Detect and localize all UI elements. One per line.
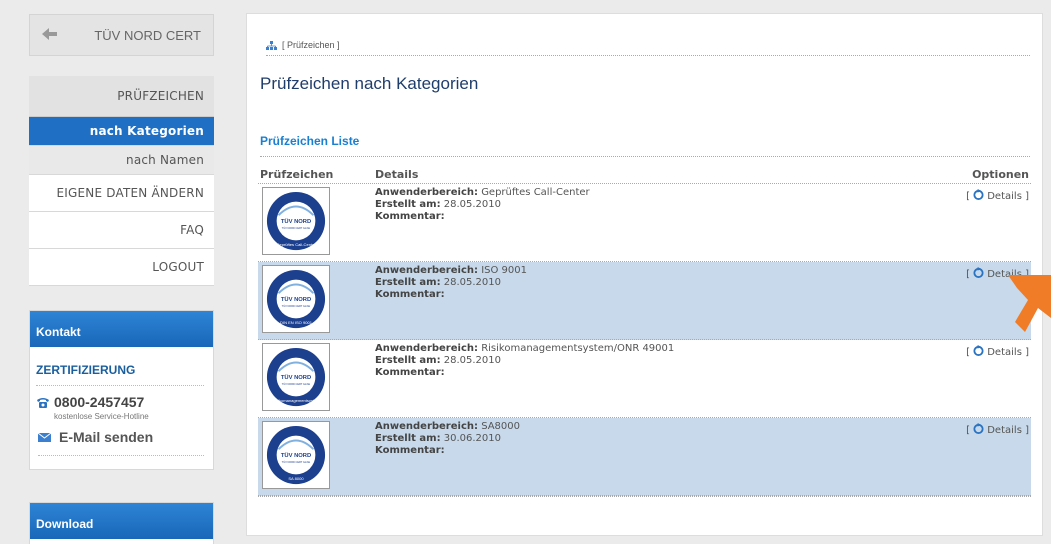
details-link-label[interactable]: Details	[987, 347, 1022, 358]
table-row: TÜV NORD TÜV NORD CERT GmbH SA 8000 Anwe…	[258, 418, 1031, 496]
breadcrumb-text[interactable]: [ Prüfzeichen ]	[282, 40, 340, 50]
svg-text:TÜV NORD: TÜV NORD	[281, 296, 311, 303]
anwenderbereich-value: ISO 9001	[481, 265, 527, 276]
table-row: TÜV NORD TÜV NORD CERT GmbH Geprüftes Ca…	[258, 184, 1031, 262]
seal-image: TÜV NORD TÜV NORD CERT GmbH Geprüftes Ca…	[262, 187, 330, 255]
hotline-label: kostenlose Service-Hotline	[54, 412, 149, 421]
cursor-arrow-icon	[1008, 275, 1051, 332]
svg-text:TÜV NORD CERT GmbH: TÜV NORD CERT GmbH	[282, 227, 311, 230]
phone-row: 0800-2457457	[36, 394, 213, 410]
erstellt-line: Erstellt am: 28.05.2010	[375, 199, 502, 210]
menu-item-logout[interactable]: LOGOUT	[29, 249, 214, 286]
phone-icon	[37, 397, 49, 408]
seal-cell: TÜV NORD TÜV NORD CERT GmbH Risikomanage…	[258, 340, 375, 417]
svg-text:TÜV NORD: TÜV NORD	[281, 452, 311, 459]
svg-text:SA 8000: SA 8000	[288, 476, 304, 481]
anwenderbereich-value: Geprüftes Call-Center	[481, 187, 590, 198]
kommentar-line: Kommentar:	[375, 445, 445, 456]
erstellt-line: Erstellt am: 28.05.2010	[375, 277, 502, 288]
seal-image: TÜV NORD TÜV NORD CERT GmbH Risikomanage…	[262, 343, 330, 411]
details-link[interactable]: Details	[973, 345, 1022, 358]
svg-text:TÜV NORD: TÜV NORD	[281, 374, 311, 381]
pruefzeichen-table: Prüfzeichen Details Optionen TÜV NORD TÜ…	[258, 167, 1031, 500]
column-header-details: Details	[375, 168, 419, 181]
kommentar-line: Kommentar:	[375, 367, 445, 378]
table-header: Prüfzeichen Details Optionen	[258, 167, 1031, 184]
anwenderbereich-line: Anwenderbereich: ISO 9001	[375, 265, 527, 276]
seal-cell: TÜV NORD TÜV NORD CERT GmbH DIN EN ISO 9…	[258, 262, 375, 339]
details-cell: Anwenderbereich: SA8000 Erstellt am: 30.…	[375, 418, 941, 495]
erstellt-value: 30.06.2010	[443, 433, 502, 444]
seal-image: TÜV NORD TÜV NORD CERT GmbH DIN EN ISO 9…	[262, 265, 330, 333]
details-link-label[interactable]: Details	[987, 191, 1022, 202]
anwenderbereich-line: Anwenderbereich: Risikomanagementsystem/…	[375, 343, 675, 354]
anwenderbereich-line: Anwenderbereich: Geprüftes Call-Center	[375, 187, 590, 198]
kommentar-line: Kommentar:	[375, 289, 445, 300]
back-button[interactable]: TÜV NORD CERT	[29, 14, 214, 56]
table-row: TÜV NORD TÜV NORD CERT GmbH Risikomanage…	[258, 340, 1031, 418]
zertifizierung-heading: ZERTIFIZIERUNG	[36, 363, 204, 386]
details-cell: Anwenderbereich: Geprüftes Call-Center E…	[375, 184, 941, 261]
svg-text:Risikomanagementsystem: Risikomanagementsystem	[272, 398, 320, 403]
column-header-optionen: Optionen	[972, 168, 1029, 181]
column-header-pruefzeichen: Prüfzeichen	[260, 168, 334, 181]
kommentar-line: Kommentar:	[375, 211, 445, 222]
svg-text:TÜV NORD CERT GmbH: TÜV NORD CERT GmbH	[282, 461, 311, 464]
svg-text:TÜV NORD CERT GmbH: TÜV NORD CERT GmbH	[282, 305, 311, 308]
list-title: Prüfzeichen Liste	[260, 134, 1030, 157]
menu-header-pruefzeichen[interactable]: PRÜFZEICHEN	[29, 76, 214, 117]
erstellt-line: Erstellt am: 30.06.2010	[375, 433, 502, 444]
menu-item-eigene-daten[interactable]: EIGENE DATEN ÄNDERN	[29, 175, 214, 212]
page-title: Prüfzeichen nach Kategorien	[260, 74, 479, 93]
menu-item-nach-namen[interactable]: nach Namen	[29, 146, 214, 175]
erstellt-value: 28.05.2010	[443, 199, 502, 210]
main-content: [ Prüfzeichen ] Prüfzeichen nach Kategor…	[246, 13, 1043, 536]
seal-image: TÜV NORD TÜV NORD CERT GmbH SA 8000	[262, 421, 330, 489]
options-cell: [ Details ]	[966, 345, 1029, 358]
kontakt-box: Kontakt ZERTIFIZIERUNG 0800-2457457 kost…	[29, 310, 214, 470]
kontakt-title: Kontakt	[30, 311, 213, 347]
refresh-icon	[973, 345, 984, 356]
menu-item-nach-kategorien[interactable]: nach Kategorien	[29, 117, 214, 146]
seal-cell: TÜV NORD TÜV NORD CERT GmbH SA 8000	[258, 418, 375, 495]
details-link-label[interactable]: Details	[987, 425, 1022, 436]
anwenderbereich-value: Risikomanagementsystem/ONR 49001	[481, 343, 675, 354]
sidebar-menu: PRÜFZEICHEN nach Kategorien nach Namen E…	[29, 76, 214, 286]
seal-cell: TÜV NORD TÜV NORD CERT GmbH Geprüftes Ca…	[258, 184, 375, 261]
anwenderbereich-line: Anwenderbereich: SA8000	[375, 421, 521, 432]
sitemap-icon	[266, 40, 277, 50]
breadcrumb: [ Prüfzeichen ]	[266, 40, 1030, 56]
erstellt-line: Erstellt am: 28.05.2010	[375, 355, 502, 366]
svg-text:Geprüftes Call-Center: Geprüftes Call-Center	[276, 242, 316, 247]
refresh-icon	[973, 267, 984, 278]
details-link[interactable]: Details	[973, 189, 1022, 202]
options-cell: [ Details ]	[966, 189, 1029, 202]
back-label: TÜV NORD CERT	[94, 27, 201, 43]
svg-text:TÜV NORD: TÜV NORD	[281, 218, 311, 225]
email-row[interactable]: E-Mail senden	[38, 429, 204, 456]
email-link[interactable]: E-Mail senden	[59, 429, 153, 445]
back-arrow-icon	[42, 28, 57, 40]
details-link[interactable]: Details	[973, 423, 1022, 436]
erstellt-value: 28.05.2010	[443, 277, 502, 288]
menu-item-faq[interactable]: FAQ	[29, 212, 214, 249]
refresh-icon	[973, 189, 984, 200]
details-cell: Anwenderbereich: Risikomanagementsystem/…	[375, 340, 941, 417]
mail-icon	[38, 432, 51, 442]
options-cell: [ Details ]	[966, 423, 1029, 436]
download-box: Download	[29, 502, 214, 544]
table-footer-line	[258, 496, 1031, 500]
refresh-icon	[973, 423, 984, 434]
anwenderbereich-value: SA8000	[481, 421, 521, 432]
details-cell: Anwenderbereich: ISO 9001 Erstellt am: 2…	[375, 262, 941, 339]
erstellt-value: 28.05.2010	[443, 355, 502, 366]
svg-text:TÜV NORD CERT GmbH: TÜV NORD CERT GmbH	[282, 383, 311, 386]
svg-text:DIN EN ISO 9001: DIN EN ISO 9001	[280, 320, 313, 325]
phone-number: 0800-2457457	[54, 394, 145, 410]
download-title[interactable]: Download	[30, 503, 213, 539]
table-row: TÜV NORD TÜV NORD CERT GmbH DIN EN ISO 9…	[258, 262, 1031, 340]
